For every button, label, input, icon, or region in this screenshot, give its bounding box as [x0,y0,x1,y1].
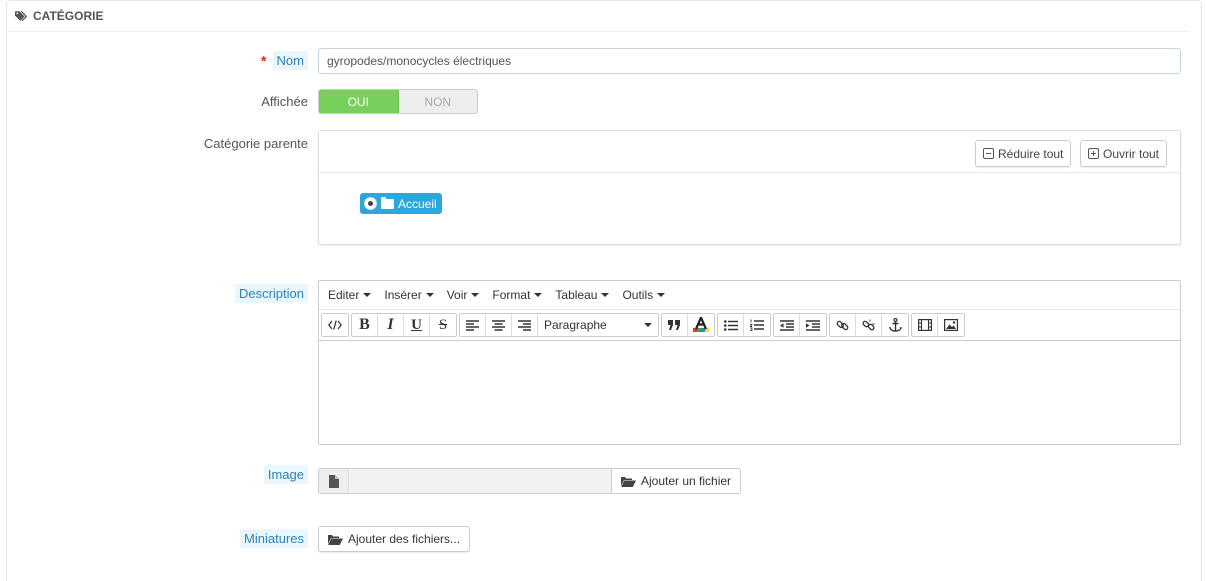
displayed-label: Affichée [261,94,308,109]
underline-button[interactable]: U [404,314,430,336]
caret-down-icon [471,293,480,297]
indent-button[interactable] [800,314,826,336]
image-label: Image [263,465,308,485]
add-files-button[interactable]: Ajouter des fichiers... [318,526,471,552]
link-icon [836,320,849,330]
bullet-list-icon [723,319,738,331]
caret-down-icon [534,293,543,297]
remove-link-button[interactable] [856,314,882,336]
switch-off-option[interactable]: NON [399,90,478,113]
source-code-button[interactable] [322,314,348,336]
unlink-icon [862,319,875,330]
rich-text-editor: Editer Insérer Voir Format Tableau Outil… [318,280,1181,445]
editor-content-area[interactable] [319,341,1180,444]
displayed-switch[interactable]: OUI NON [318,89,478,114]
menu-inserer[interactable]: Insérer [379,288,438,302]
menu-format[interactable]: Format [487,288,547,302]
numbered-list-button[interactable] [744,314,770,336]
editor-menubar: Editer Insérer Voir Format Tableau Outil… [319,281,1180,310]
parent-category-label: Catégorie parente [203,136,308,151]
image-file-input: Ajouter un fichier [318,468,742,494]
insert-image-button[interactable] [938,314,964,336]
italic-button[interactable]: I [378,314,404,336]
menu-editer[interactable]: Editer [323,288,376,302]
name-label: * Nom [261,51,308,71]
insert-link-button[interactable] [830,314,856,336]
align-center-icon [492,319,505,331]
switch-on-option[interactable]: OUI [319,90,399,113]
collapse-all-button[interactable]: Réduire tout [975,140,1072,167]
align-right-button[interactable] [512,314,538,336]
radio-selected-icon[interactable] [364,197,377,210]
caret-down-icon [601,293,610,297]
align-left-icon [466,319,479,331]
outdent-icon [779,319,794,331]
category-tree: Réduire tout Ouvrir tout Accueil [318,130,1181,245]
text-color-icon [693,317,709,332]
block-format-select[interactable]: Paragraphe [538,314,658,336]
folder-open-icon [621,476,636,487]
panel-title: CATÉGORIE [33,8,104,23]
bold-button[interactable]: B [352,314,378,336]
menu-tableau[interactable]: Tableau [550,288,614,302]
strikethrough-button[interactable]: S [430,314,456,336]
panel-heading: CATÉGORIE [6,0,1190,32]
required-mark: * [260,53,267,70]
caret-down-icon [363,293,372,297]
align-right-icon [518,319,531,331]
image-icon [944,319,958,331]
tree-toolbar: Réduire tout Ouvrir tout [319,131,1180,173]
blockquote-button[interactable] [662,314,688,336]
tree-node-accueil[interactable]: Accueil [360,193,442,214]
menu-voir[interactable]: Voir [442,288,485,302]
quote-icon [668,320,680,330]
text-color-button[interactable] [688,314,714,336]
numbered-list-icon [750,319,764,331]
add-file-button[interactable]: Ajouter un fichier [611,469,741,493]
plus-square-icon [1088,148,1099,159]
align-left-button[interactable] [460,314,486,336]
file-icon [328,474,339,488]
tag-icon [15,10,28,21]
caret-down-icon [644,323,652,327]
expand-all-button[interactable]: Ouvrir tout [1080,140,1168,167]
outdent-button[interactable] [774,314,800,336]
indent-icon [806,319,820,331]
menu-outils[interactable]: Outils [617,288,670,302]
name-input[interactable]: gyropodes/monocycles électriques [318,48,1181,74]
thumbnails-label: Miniatures [240,529,308,549]
bullet-list-button[interactable] [718,314,744,336]
description-label: Description [234,284,308,304]
align-center-button[interactable] [486,314,512,336]
code-icon [328,320,342,330]
folder-icon [381,197,394,209]
caret-down-icon [425,293,434,297]
anchor-button[interactable] [882,314,908,336]
minus-square-icon [983,148,994,159]
caret-down-icon [657,293,666,297]
anchor-icon [888,318,902,332]
folder-open-icon [328,534,343,545]
file-name-field[interactable] [349,469,611,493]
editor-toolbar: B I U S Paragraphe [319,310,1180,341]
insert-video-button[interactable] [912,314,938,336]
film-icon [917,319,932,331]
